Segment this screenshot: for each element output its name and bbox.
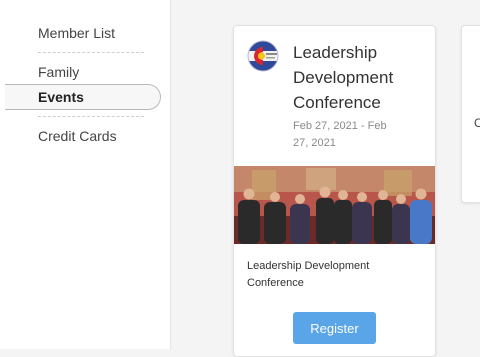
sidebar-item-family[interactable]: Family bbox=[38, 64, 79, 80]
event-card[interactable]: Leadership Development Conference Feb 27… bbox=[233, 25, 436, 357]
nav-divider bbox=[38, 116, 144, 117]
partial-card-text: C bbox=[474, 116, 480, 130]
sidebar-item-label: Events bbox=[38, 89, 84, 105]
event-photo bbox=[234, 166, 435, 244]
event-description: Leadership Development Conference bbox=[247, 260, 370, 289]
main-content: Leadership Development Conference Feb 27… bbox=[171, 0, 480, 357]
site-logo bbox=[38, 0, 118, 3]
sidebar-item-member-list[interactable]: Member List bbox=[38, 25, 115, 41]
event-title[interactable]: Leadership Development Conference bbox=[293, 40, 423, 115]
nav-divider bbox=[38, 52, 144, 53]
colorado-flag-logo-icon bbox=[247, 40, 279, 72]
event-date: Feb 27, 2021 - Feb 27, 2021 bbox=[293, 120, 387, 149]
sidebar-item-events[interactable]: Events bbox=[5, 84, 161, 110]
sidebar-item-credit-cards[interactable]: Credit Cards bbox=[38, 128, 117, 144]
event-card-partial[interactable]: C bbox=[461, 25, 480, 203]
sidebar: Member List Family Events Credit Cards bbox=[0, 0, 171, 349]
register-button[interactable]: Register bbox=[293, 312, 376, 344]
